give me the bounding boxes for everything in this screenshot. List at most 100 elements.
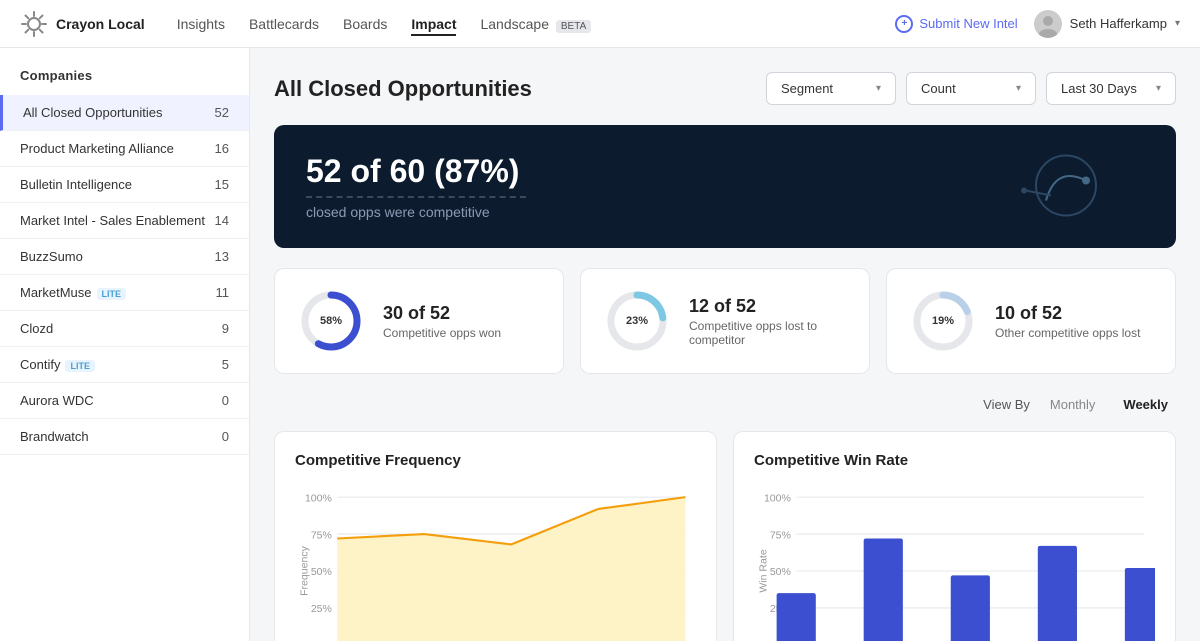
sidebar-item-label-4: BuzzSumo: [20, 249, 83, 264]
sidebar-item-8[interactable]: Aurora WDC 0: [0, 383, 249, 419]
metric-card-0: 58% 30 of 52 Competitive opps won: [274, 268, 564, 374]
sidebar-item-label-9: Brandwatch: [20, 429, 89, 444]
sidebar-item-count-2: 15: [215, 177, 229, 192]
user-avatar: [1034, 10, 1062, 38]
view-by-monthly[interactable]: Monthly: [1042, 394, 1104, 415]
metric-info-2: 10 of 52 Other competitive opps lost: [995, 303, 1140, 340]
view-by-weekly[interactable]: Weekly: [1115, 394, 1176, 415]
sidebar-item-5[interactable]: MarketMuseLITE 11: [0, 275, 249, 311]
sidebar-item-1[interactable]: Product Marketing Alliance16: [0, 131, 249, 167]
metric-fraction-0: 30 of 52: [383, 303, 501, 324]
svg-text:25%: 25%: [311, 603, 332, 615]
segment-dropdown-arrow-icon: ▾: [876, 83, 881, 94]
main-layout: Companies All Closed Opportunities52Prod…: [0, 48, 1200, 641]
svg-text:Win Rate: Win Rate: [758, 549, 770, 593]
sidebar-item-9[interactable]: Brandwatch 0: [0, 419, 249, 455]
topnav-right: + Submit New Intel Seth Hafferkamp ▾: [895, 10, 1180, 38]
metric-info-0: 30 of 52 Competitive opps won: [383, 303, 501, 340]
metric-desc-1: Competitive opps lost to competitor: [689, 319, 845, 347]
metric-info-1: 12 of 52 Competitive opps lost to compet…: [689, 296, 845, 347]
metric-card-2: 19% 10 of 52 Other competitive opps lost: [886, 268, 1176, 374]
sidebar-item-count-8: 0: [222, 393, 229, 408]
badge-7: LITE: [65, 360, 95, 372]
sidebar-item-0[interactable]: All Closed Opportunities52: [0, 95, 249, 131]
donut-label-2: 19%: [932, 315, 954, 327]
hero-stat: 52 of 60 (87%) closed opps were competit…: [306, 153, 526, 220]
sidebar-item-count-9: 0: [222, 429, 229, 444]
main-controls: Segment ▾ Count ▾ Last 30 Days ▾: [766, 72, 1176, 105]
svg-text:Frequency: Frequency: [299, 545, 311, 596]
sidebar-item-7[interactable]: ContifyLITE 5: [0, 347, 249, 383]
segment-dropdown[interactable]: Segment ▾: [766, 72, 896, 105]
sidebar-item-count-4: 13: [215, 249, 229, 264]
nav-boards[interactable]: Boards: [343, 12, 387, 36]
sidebar-item-2[interactable]: Bulletin Intelligence 15: [0, 167, 249, 203]
logo-icon: [20, 10, 48, 38]
nav-landscape[interactable]: Landscape BETA: [480, 12, 591, 36]
main-header: All Closed Opportunities Segment ▾ Count…: [274, 72, 1176, 105]
sidebar-item-count-5: 11: [216, 285, 230, 300]
sidebar-item-count-6: 9: [222, 321, 229, 336]
hero-illustration: [996, 145, 1116, 228]
user-menu[interactable]: Seth Hafferkamp ▾: [1034, 10, 1180, 38]
count-dropdown[interactable]: Count ▾: [906, 72, 1036, 105]
view-by-label: View By: [983, 397, 1030, 412]
nav-battlecards[interactable]: Battlecards: [249, 12, 319, 36]
submit-intel-label: Submit New Intel: [919, 16, 1017, 31]
landscape-beta-badge: BETA: [556, 20, 591, 33]
sidebar-heading: Companies: [0, 48, 249, 95]
nav-insights[interactable]: Insights: [177, 12, 225, 36]
view-by: View By Monthly Weekly: [274, 394, 1176, 415]
chart-card-1: Competitive Win Rate Win Rate 100%75%50%…: [733, 431, 1176, 641]
time-dropdown-arrow-icon: ▾: [1156, 83, 1161, 94]
user-chevron-icon: ▾: [1175, 18, 1180, 29]
topnav: Crayon Local Insights Battlecards Boards…: [0, 0, 1200, 48]
sidebar-item-6[interactable]: Clozd 9: [0, 311, 249, 347]
sidebar-item-label-6: Clozd: [20, 321, 53, 336]
hero-subtitle: closed opps were competitive: [306, 204, 526, 220]
svg-text:75%: 75%: [770, 529, 791, 541]
submit-intel-icon: +: [895, 15, 913, 33]
sidebar-item-label-8: Aurora WDC: [20, 393, 94, 408]
svg-text:50%: 50%: [311, 566, 332, 578]
svg-text:100%: 100%: [305, 492, 332, 504]
metric-desc-2: Other competitive opps lost: [995, 326, 1140, 340]
sidebar-item-count-7: 5: [222, 357, 229, 372]
metric-fraction-2: 10 of 52: [995, 303, 1140, 324]
chart-title-0: Competitive Frequency: [295, 452, 696, 469]
time-dropdown[interactable]: Last 30 Days ▾: [1046, 72, 1176, 105]
brand-name: Crayon Local: [56, 16, 145, 32]
sidebar-item-label-2: Bulletin Intelligence: [20, 177, 132, 192]
user-name: Seth Hafferkamp: [1070, 16, 1167, 31]
sidebar-item-label-7: ContifyLITE: [20, 357, 95, 372]
main-nav: Insights Battlecards Boards Impact Lands…: [177, 12, 872, 36]
sidebar-item-count-3: 14: [215, 213, 229, 228]
svg-text:100%: 100%: [764, 492, 791, 504]
submit-intel-button[interactable]: + Submit New Intel: [895, 15, 1017, 33]
chart-area-0: Frequency 100%75%50%25%0% Aug 2Aug 9Aug …: [295, 485, 696, 641]
charts-row: Competitive Frequency Frequency 100% 75% 5…: [274, 431, 1176, 641]
donut-label-0: 58%: [320, 315, 342, 327]
chart-area-1: Win Rate 100%75%50%25%0% Aug 2Aug 9Aug 1…: [754, 485, 1155, 641]
hero-card: 52 of 60 (87%) closed opps were competit…: [274, 125, 1176, 248]
metric-card-1: 23% 12 of 52 Competitive opps lost to co…: [580, 268, 870, 374]
hero-number: 52 of 60 (87%): [306, 153, 526, 190]
logo[interactable]: Crayon Local: [20, 10, 145, 38]
sidebar-item-count-1: 16: [215, 141, 229, 156]
page-title: All Closed Opportunities: [274, 76, 532, 102]
metric-cards: 58% 30 of 52 Competitive opps won 23% 12…: [274, 268, 1176, 374]
sidebar-item-label-5: MarketMuseLITE: [20, 285, 126, 300]
sidebar-item-label-0: All Closed Opportunities: [23, 105, 162, 120]
metric-desc-0: Competitive opps won: [383, 326, 501, 340]
sidebar: Companies All Closed Opportunities52Prod…: [0, 48, 250, 641]
sidebar-item-label-3: Market Intel - Sales Enablement: [20, 213, 205, 228]
svg-text:50%: 50%: [770, 566, 791, 578]
donut-0: 58%: [299, 289, 363, 353]
badge-5: LITE: [97, 288, 127, 300]
nav-impact[interactable]: Impact: [411, 12, 456, 36]
svg-text:75%: 75%: [311, 529, 332, 541]
sidebar-item-3[interactable]: Market Intel - Sales Enablement 14: [0, 203, 249, 239]
chart-card-0: Competitive Frequency Frequency 100% 75% 5…: [274, 431, 717, 641]
metric-fraction-1: 12 of 52: [689, 296, 845, 317]
sidebar-item-4[interactable]: BuzzSumo 13: [0, 239, 249, 275]
